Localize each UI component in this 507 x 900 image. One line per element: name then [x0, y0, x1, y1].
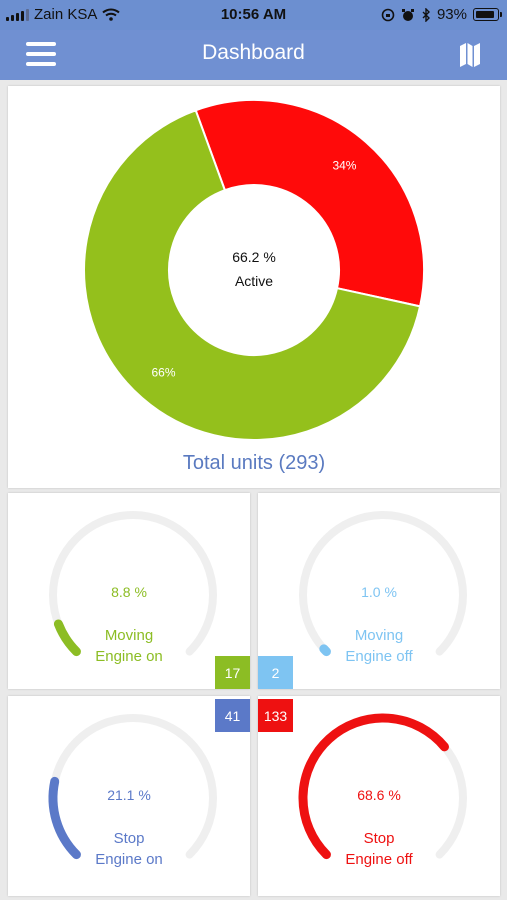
gauge-percent: 21.1 % — [107, 787, 151, 803]
gauge-label-line1: Moving — [104, 627, 154, 644]
gauge-card-moving-engine-on[interactable]: 8.8 % Moving Engine on — [8, 493, 250, 689]
gauge-label-line2: Engine off — [345, 648, 413, 665]
nav-bar: Dashboard — [0, 30, 507, 80]
gauge-label-line1: Stop — [113, 830, 145, 847]
alarm-icon — [401, 8, 414, 21]
gauge-card-stop-engine-on[interactable]: 21.1 % Stop Engine on — [8, 696, 250, 896]
gauge-card-moving-engine-off[interactable]: 1.0 % Moving Engine off — [258, 493, 500, 689]
donut-slice[interactable] — [194, 99, 425, 308]
donut-center-label: Active — [235, 273, 273, 289]
gauge-label-line2: Engine on — [95, 851, 163, 868]
battery-percent: 93% — [436, 6, 467, 23]
gauge-label-line1: Moving — [354, 627, 404, 644]
gauge-card-stop-engine-off[interactable]: 68.6 % Stop Engine off — [258, 696, 500, 896]
donut-slice-label: 66% — [152, 366, 176, 380]
battery-icon — [473, 8, 502, 21]
gauge-percent: 68.6 % — [357, 787, 401, 803]
active-summary-card[interactable]: 34% 66% 66.2 % Active Total units (293) — [8, 86, 500, 488]
total-units-label: Total units (293) — [182, 452, 326, 474]
status-right: 93% — [381, 6, 502, 23]
count-badge-moving-engine-on: 17 — [215, 656, 250, 689]
gauge-percent: 1.0 % — [361, 584, 397, 600]
gauge-label-line1: Stop — [363, 830, 395, 847]
page-title: Dashboard — [202, 41, 305, 64]
rotation-lock-icon — [381, 8, 395, 21]
count-badge-stop-engine-on: 41 — [215, 699, 250, 732]
map-icon[interactable] — [459, 42, 481, 68]
count-badge-stop-engine-off: 133 — [258, 699, 293, 732]
active-donut-chart: 34% 66% 66.2 % Active — [83, 99, 425, 441]
gauge-label-line2: Engine on — [95, 648, 163, 665]
donut-center-percent: 66.2 % — [232, 249, 276, 265]
bluetooth-icon — [422, 7, 430, 22]
gauge-percent: 8.8 % — [111, 584, 147, 600]
count-badge-moving-engine-off: 2 — [258, 656, 293, 689]
gauge-label-line2: Engine off — [345, 851, 413, 868]
donut-slice-label: 34% — [332, 159, 356, 173]
status-bar: Zain KSA 10:56 AM 93% — [0, 0, 507, 30]
